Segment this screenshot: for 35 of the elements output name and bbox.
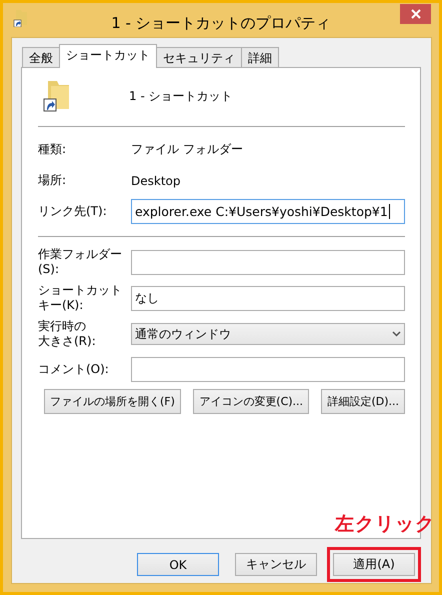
input-field[interactable] bbox=[131, 250, 405, 274]
dialog-button[interactable]: 適用(A) bbox=[333, 553, 415, 576]
field-label: 大きさ(R): bbox=[38, 334, 96, 349]
dialog-button[interactable]: キャンセル bbox=[235, 553, 317, 576]
field-label: 実行時の bbox=[38, 319, 86, 334]
tab[interactable]: 全般 bbox=[22, 47, 60, 67]
property-value: ファイル フォルダー bbox=[131, 141, 243, 158]
action-button[interactable]: 詳細設定(D)... bbox=[321, 389, 405, 414]
field-label: ショートカット bbox=[38, 283, 122, 298]
field-label: 作業フォルダー bbox=[38, 247, 122, 262]
target-field[interactable]: explorer.exe C:¥Users¥yoshi¥Desktop¥1 bbox=[131, 199, 405, 224]
annotation-text: 左クリック bbox=[335, 512, 435, 537]
field-label: コメント(O): bbox=[38, 362, 109, 376]
tab[interactable]: ショートカット bbox=[59, 44, 157, 68]
tab[interactable]: 詳細 bbox=[241, 47, 279, 67]
field-label: リンク先(T): bbox=[38, 203, 108, 220]
close-icon bbox=[410, 9, 420, 19]
action-button[interactable]: ファイルの場所を開く(F) bbox=[44, 389, 181, 414]
property-label: 場所: bbox=[38, 172, 68, 189]
input-field[interactable]: なし bbox=[131, 286, 405, 310]
folder-shortcut-icon bbox=[13, 9, 29, 27]
field-label: (S): bbox=[38, 262, 60, 277]
chevron-down-icon bbox=[392, 331, 401, 337]
input-field[interactable] bbox=[131, 356, 405, 382]
close-button[interactable] bbox=[400, 4, 431, 24]
dialog-button[interactable]: OK bbox=[137, 553, 219, 576]
dropdown[interactable]: 通常のウィンドウ bbox=[131, 323, 405, 345]
property-value: Desktop bbox=[131, 174, 180, 188]
action-button[interactable]: アイコンの変更(C)... bbox=[193, 389, 310, 414]
property-label: 種類: bbox=[38, 141, 68, 158]
folder-shortcut-icon bbox=[42, 80, 72, 112]
field-label: キー(K): bbox=[38, 298, 84, 313]
window-title: 1 - ショートカットのプロパティ bbox=[111, 12, 331, 32]
tab[interactable]: セキュリティ bbox=[156, 47, 242, 67]
shortcut-name: 1 - ショートカット bbox=[129, 88, 233, 104]
